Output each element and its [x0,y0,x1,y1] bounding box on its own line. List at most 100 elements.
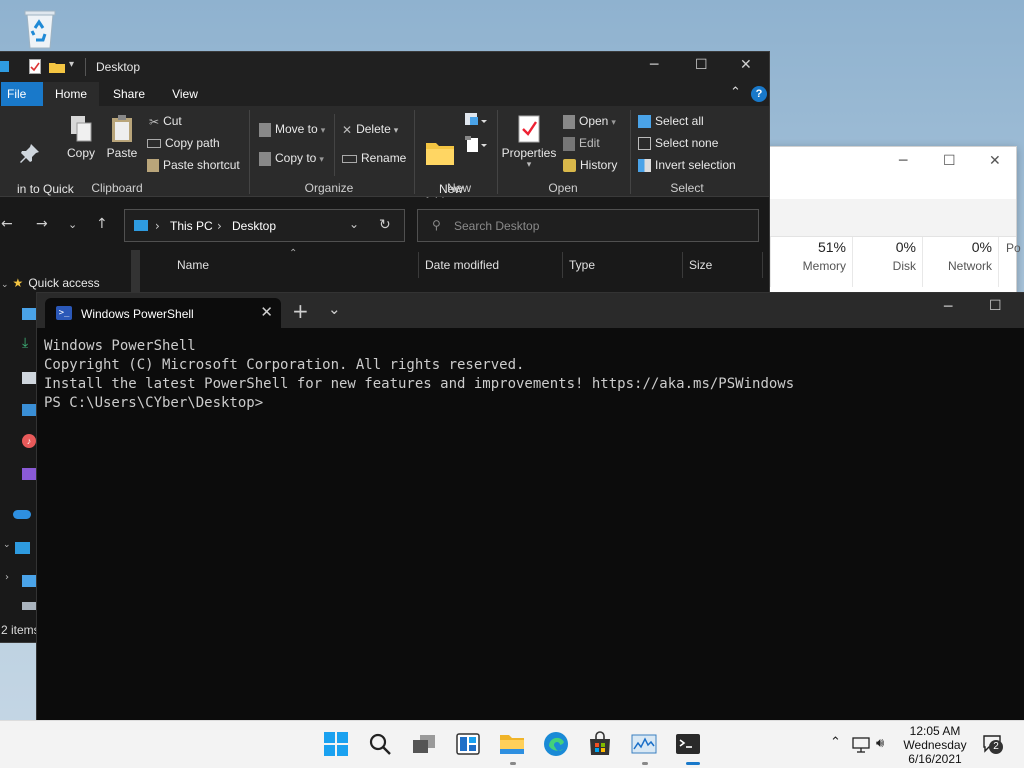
select-all-label: Select all [655,114,704,128]
nav-quick-access[interactable]: ⌄ ★ Quick access [1,276,100,290]
downloads-icon[interactable]: ⤓ [22,336,36,350]
new-tab-icon[interactable]: + [292,299,309,323]
nav-scrollbar[interactable] [131,250,140,280]
system-clock[interactable]: 12:05 AM Wednesday 6/16/2021 [895,724,975,766]
column-date-modified[interactable]: Date modified [425,258,499,272]
delete-icon: ✕ [342,122,353,137]
file-explorer-icon[interactable] [499,731,527,759]
store-icon[interactable] [587,731,615,759]
address-dropdown-icon[interactable]: ⌄ [349,217,359,231]
group-label-open: Open [548,181,578,195]
desktop-nav-icon[interactable] [22,575,36,587]
copy-to-button[interactable]: Copy to ▾ [259,151,324,166]
collapse-ribbon-icon[interactable]: ⌃ [730,85,741,100]
paste-shortcut-button[interactable]: Paste shortcut [147,158,240,173]
properties-quick-icon[interactable] [29,59,41,77]
tab-view[interactable]: View [159,82,211,106]
new-folder-quick-icon[interactable] [49,61,65,76]
history-button[interactable]: History [563,158,617,173]
task-manager-icon[interactable] [631,731,659,759]
widgets-icon[interactable] [455,731,483,759]
console-prompt[interactable]: PS C:\Users\CYber\Desktop> [44,394,794,413]
tm-column-percent: 51% [817,239,846,255]
minimize-icon[interactable]: ─ [650,57,658,73]
move-to-button[interactable]: Move to ▾ [259,122,325,137]
show-hidden-icons-icon[interactable]: ⌃ [830,735,841,750]
customize-quick-access-icon[interactable]: ▾ [69,59,74,70]
task-manager-window[interactable]: ─ ☐ ✕ 6 U 51% Memory 0% Disk 0% Network … [755,146,1021,296]
address-bar[interactable]: › This PC › Desktop ⌄ ↻ [124,209,405,242]
maximize-icon[interactable]: ☐ [943,153,956,169]
onedrive-icon[interactable] [13,510,31,519]
cut-button[interactable]: ✂ Cut [149,114,182,129]
terminal-icon[interactable] [675,731,703,759]
documents-icon[interactable] [22,372,36,384]
close-icon[interactable]: ✕ [989,153,1001,169]
tab-dropdown-icon[interactable]: ⌄ [328,300,341,318]
drive-icon[interactable] [22,602,36,610]
tm-column-power[interactable]: Po [1003,237,1024,287]
search-input[interactable] [454,218,744,234]
tab-file[interactable]: File [1,82,43,106]
minimize-icon[interactable]: ─ [944,299,952,315]
new-item-icon[interactable] [464,112,488,130]
start-icon[interactable] [323,731,351,759]
close-tab-icon[interactable]: ✕ [260,303,273,321]
notification-center-icon[interactable]: 2 [983,735,1007,755]
forward-icon[interactable]: → [36,216,48,232]
terminal-tab-bar[interactable]: >_ Windows PowerShell ✕ + ⌄ ─ ☐ [37,293,1024,328]
tab-home[interactable]: Home [43,82,99,106]
invert-selection-button[interactable]: Invert selection [638,158,736,173]
column-type[interactable]: Type [569,258,595,272]
terminal-tab[interactable]: >_ Windows PowerShell ✕ [45,298,281,328]
tm-column-disk[interactable]: 0% Disk [853,237,923,287]
open-button[interactable]: Open ▾ [563,114,616,129]
tm-column-percent: 0% [971,239,992,255]
explorer-title-bar[interactable]: ▾ Desktop ─ ☐ ✕ [0,52,769,82]
terminal-console[interactable]: Windows PowerShell Copyright (C) Microsof… [44,337,794,413]
select-none-button[interactable]: Select none [638,136,718,151]
desktop-folder-icon[interactable] [22,308,36,320]
edit-button[interactable]: Edit [563,136,600,151]
copy-button[interactable]: Copy [63,114,99,160]
delete-button[interactable]: ✕ Delete ▾ [342,122,398,137]
task-view-icon[interactable] [411,731,439,759]
pictures-icon[interactable] [22,404,36,416]
up-icon[interactable]: ↑ [96,216,108,232]
videos-icon[interactable] [22,468,36,480]
search-box[interactable]: ⚲ [417,209,759,242]
refresh-icon[interactable]: ↻ [379,217,391,233]
tm-column-network[interactable]: 0% Network [929,237,999,287]
select-all-button[interactable]: Select all [638,114,704,129]
column-name[interactable]: Name [177,258,209,272]
breadcrumb-this-pc[interactable]: This PC [170,219,213,233]
search-icon: ⚲ [432,218,441,232]
recent-locations-icon[interactable]: ⌄ [68,218,77,231]
help-icon[interactable]: ? [751,86,767,102]
paste-button[interactable]: Paste [103,114,141,160]
terminal-window[interactable]: >_ Windows PowerShell ✕ + ⌄ ─ ☐ Windows … [36,292,1024,720]
edge-icon[interactable] [543,731,571,759]
search-icon[interactable] [367,731,395,759]
network-icon[interactable] [852,737,870,757]
copy-path-button[interactable]: Copy path [147,136,220,150]
volume-icon[interactable]: 🔊︎ [876,736,884,751]
easy-access-icon[interactable] [464,136,488,154]
breadcrumb-desktop[interactable]: Desktop [232,219,276,233]
tm-column-label: Network [947,259,992,273]
tm-column-memory[interactable]: 51% Memory [783,237,853,287]
tab-share[interactable]: Share [103,82,155,106]
properties-button[interactable]: Properties ▾ [501,114,557,169]
rename-button[interactable]: Rename [342,151,406,165]
clock-day: Wednesday [903,738,967,752]
minimize-icon[interactable]: ─ [899,153,907,169]
maximize-icon[interactable]: ☐ [695,57,708,73]
column-size[interactable]: Size [689,258,712,272]
this-pc-nav-icon[interactable] [15,542,30,554]
recycle-bin-icon[interactable] [22,8,58,50]
close-icon[interactable]: ✕ [740,57,752,73]
maximize-icon[interactable]: ☐ [989,298,1002,314]
music-icon[interactable]: ♪ [22,434,36,448]
edit-icon [563,136,575,151]
back-icon[interactable]: ← [1,216,13,232]
